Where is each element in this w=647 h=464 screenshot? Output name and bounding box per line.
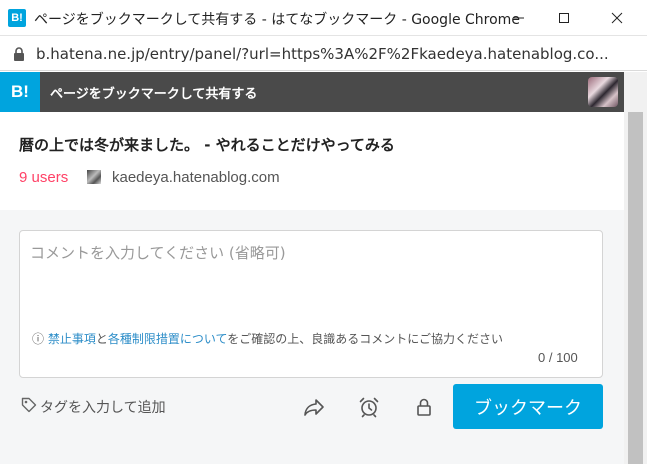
minimize-icon [514, 17, 524, 19]
reminder-button[interactable] [357, 395, 381, 419]
window-titlebar: B! ページをブックマークして共有する - はてなブックマーク - Google… [0, 0, 647, 36]
close-button[interactable] [594, 0, 640, 36]
entry-info: 暦の上では冬が来ました。 - やれることだけやってみる 9 users kaed… [0, 112, 624, 210]
comment-notice: ⓘ 禁止事項と各種制限措置についてをご確認の上、良識あるコメントにご協力ください [32, 330, 540, 348]
address-bar[interactable]: b.hatena.ne.jp/entry/panel/?url=https%3A… [0, 37, 647, 71]
private-button[interactable] [412, 395, 436, 419]
alarm-icon [359, 397, 379, 418]
prohibited-items-link[interactable]: 禁止事項 [48, 332, 96, 346]
comment-placeholder: コメントを入力してください (省略可) [30, 244, 286, 262]
hatena-app-icon: B! [8, 9, 26, 27]
users-count[interactable]: 9 users [19, 169, 68, 186]
share-icon [304, 399, 324, 416]
restrictions-link[interactable]: 各種制限措置について [108, 332, 227, 346]
bookmark-button[interactable]: ブックマーク [453, 384, 603, 429]
panel-header: B! ページをブックマークして共有する [0, 72, 624, 112]
info-icon: ⓘ [32, 332, 48, 346]
comment-input[interactable]: コメントを入力してください (省略可) ⓘ 禁止事項と各種制限措置についてをご確… [19, 230, 603, 378]
lock-icon [14, 47, 24, 61]
notice-rest: をご確認の上、良識あるコメントにご協力ください [227, 332, 504, 346]
close-icon [611, 12, 623, 24]
tag-icon [21, 397, 37, 413]
window-title: ページをブックマークして共有する - はてなブックマーク - Google Ch… [34, 12, 520, 28]
notice-and: と [95, 332, 108, 346]
maximize-button[interactable] [541, 0, 587, 36]
maximize-icon [559, 13, 569, 23]
entry-title[interactable]: 暦の上では冬が来ました。 - やれることだけやってみる [19, 134, 395, 155]
site-domain[interactable]: kaedeya.hatenablog.com [112, 169, 280, 186]
hatena-logo[interactable]: B! [0, 72, 40, 112]
private-lock-icon [417, 398, 431, 416]
character-counter: 0 / 100 [538, 350, 578, 365]
share-button[interactable] [302, 395, 326, 419]
panel-title: ページをブックマークして共有する [50, 87, 258, 102]
user-avatar[interactable] [588, 77, 618, 107]
minimize-button[interactable] [496, 0, 542, 36]
scrollbar-thumb[interactable] [628, 112, 643, 464]
site-favicon [87, 170, 101, 184]
url-text[interactable]: b.hatena.ne.jp/entry/panel/?url=https%3A… [36, 45, 609, 63]
tag-input[interactable]: タグを入力して追加 [40, 397, 166, 417]
